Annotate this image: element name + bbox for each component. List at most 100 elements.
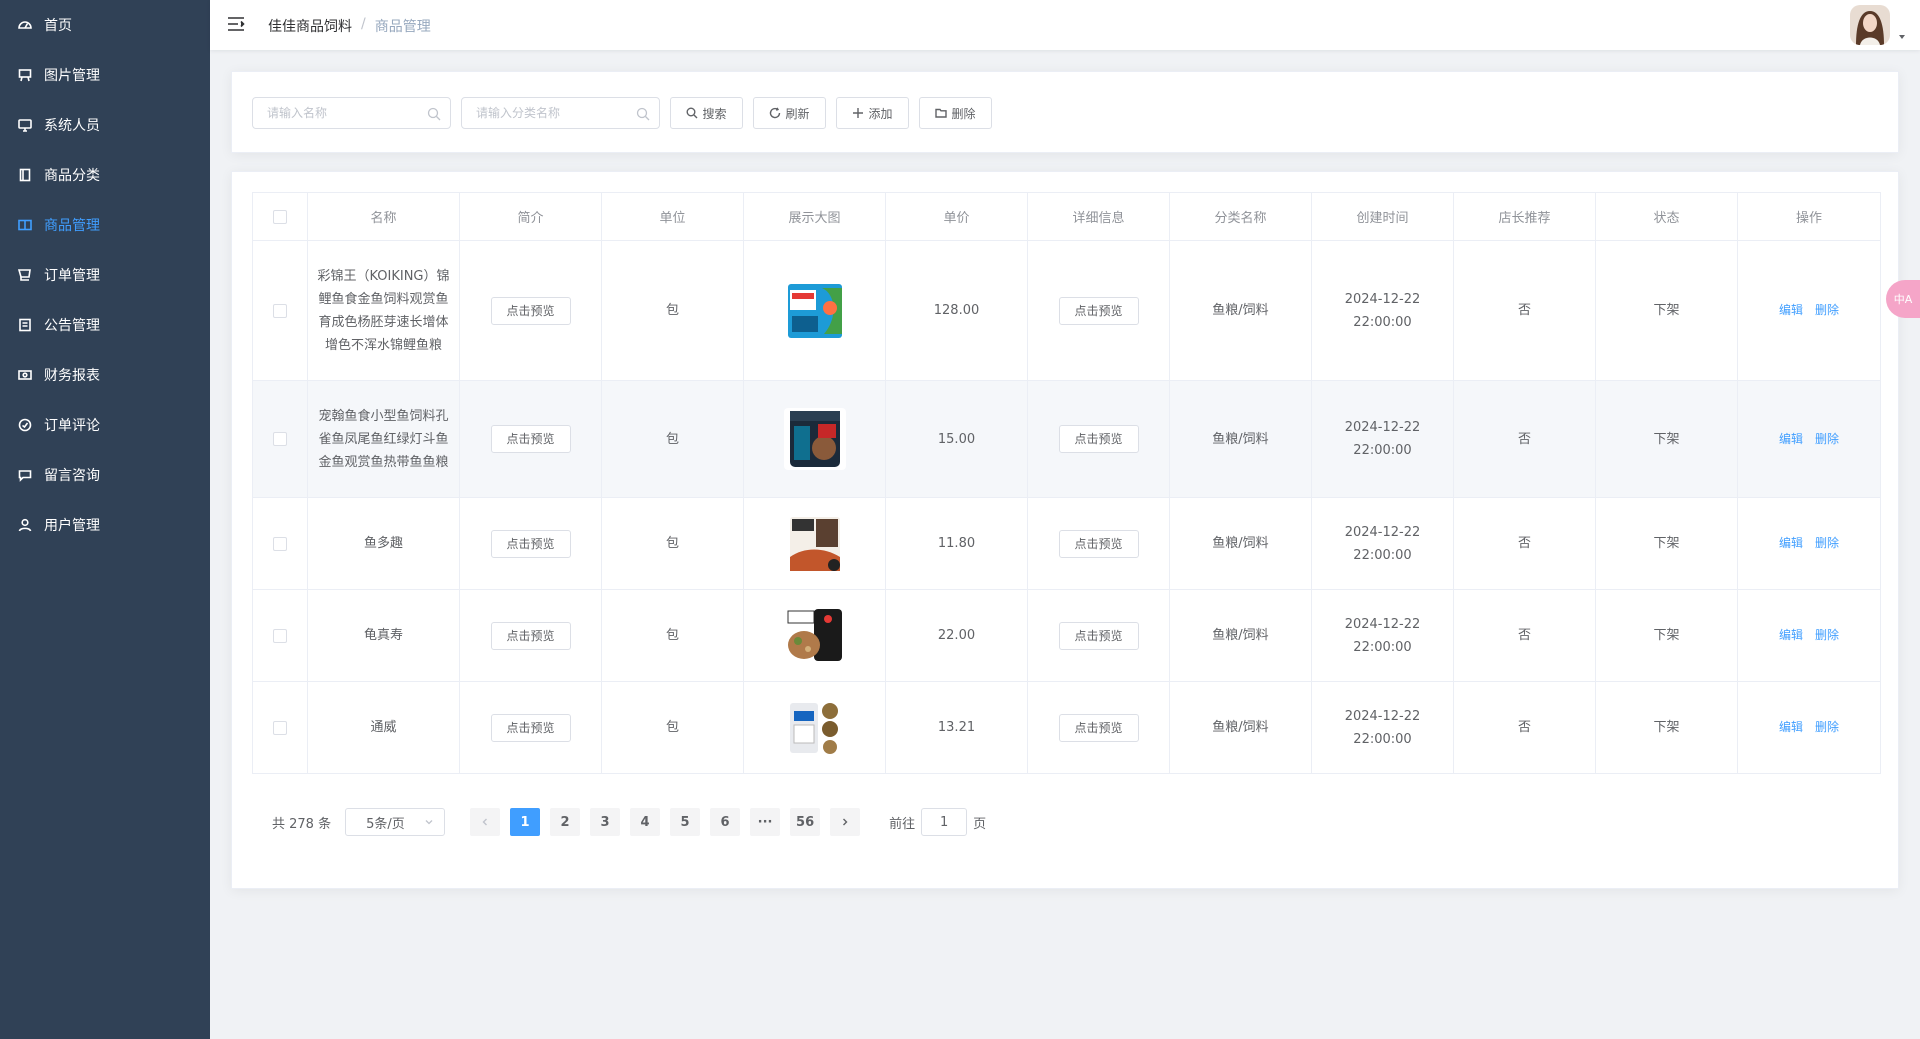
add-button[interactable]: 添加: [836, 97, 909, 129]
product-category: 鱼粮/饲料: [1169, 681, 1312, 774]
column-header: 操作: [1737, 192, 1881, 241]
page-button[interactable]: 56: [790, 808, 821, 836]
sidebar-item-reviews[interactable]: 订单评论: [0, 400, 210, 450]
product-price: 15.00: [885, 380, 1028, 498]
prev-page-button[interactable]: [470, 808, 501, 836]
product-price: 22.00: [885, 589, 1028, 682]
edit-link[interactable]: 编辑: [1779, 720, 1803, 734]
delete-button[interactable]: 删除: [919, 97, 992, 129]
goto-label: 前往: [889, 816, 916, 832]
sidebar-item-label: 财务报表: [44, 368, 100, 384]
product-unit: 包: [601, 589, 744, 682]
product-thumbnail[interactable]: [783, 279, 846, 342]
breadcrumb: 佳佳商品饲料 / 商品管理: [268, 16, 431, 36]
row-checkbox[interactable]: [273, 720, 287, 735]
translate-float-button[interactable]: 中A: [1886, 280, 1920, 318]
product-created-time: 2024-12-22 22:00:00: [1311, 240, 1454, 381]
product-thumbnail[interactable]: [783, 408, 846, 470]
edit-link[interactable]: 编辑: [1779, 303, 1803, 317]
sidebar-item-label: 图片管理: [44, 68, 100, 84]
document-icon: [18, 168, 32, 182]
select-all-checkbox[interactable]: [273, 209, 287, 224]
sidebar-item-notices[interactable]: 公告管理: [0, 300, 210, 350]
intro-preview-button[interactable]: 点击预览: [490, 296, 571, 325]
plus-icon: [853, 108, 864, 118]
sidebar-item-label: 商品分类: [44, 168, 100, 184]
page-ellipsis[interactable]: ···: [750, 808, 781, 836]
row-checkbox[interactable]: [273, 628, 287, 643]
row-checkbox[interactable]: [273, 432, 287, 446]
edit-link[interactable]: 编辑: [1779, 432, 1803, 446]
sidebar-item-orders[interactable]: 订单管理: [0, 250, 210, 300]
goto-page-input[interactable]: [921, 808, 968, 836]
page-button[interactable]: 5: [670, 808, 701, 836]
avatar[interactable]: [1850, 5, 1890, 45]
sidebar-item-label: 公告管理: [44, 318, 100, 334]
product-recommend: 否: [1453, 497, 1596, 590]
detail-preview-button[interactable]: 点击预览: [1058, 621, 1139, 650]
column-header: 单价: [885, 192, 1028, 241]
detail-preview-button[interactable]: 点击预览: [1058, 296, 1139, 325]
search-button[interactable]: 搜索: [670, 97, 743, 129]
intro-preview-button[interactable]: 点击预览: [490, 621, 571, 650]
sidebar-item-home[interactable]: 首页: [0, 0, 210, 50]
delete-button-label: 删除: [951, 106, 976, 121]
detail-preview-button[interactable]: 点击预览: [1058, 425, 1139, 453]
row-checkbox[interactable]: [273, 303, 287, 318]
table-panel: 名称 简介 单位 展示大图 单价 详细信息 分类名称 创建时间 店长推荐 状态 …: [231, 171, 1899, 889]
sidebar-item-staff[interactable]: 系统人员: [0, 100, 210, 150]
delete-link[interactable]: 删除: [1815, 536, 1839, 550]
caret-down-icon[interactable]: [1896, 28, 1908, 40]
product-thumbnail[interactable]: [783, 696, 846, 759]
detail-preview-button[interactable]: 点击预览: [1058, 529, 1139, 558]
breadcrumb-home[interactable]: 佳佳商品饲料: [268, 16, 352, 36]
page-button[interactable]: 4: [630, 808, 661, 836]
sidebar-item-label: 商品管理: [44, 218, 100, 234]
page-button[interactable]: 1: [510, 808, 541, 836]
intro-preview-button[interactable]: 点击预览: [490, 713, 571, 742]
edit-link[interactable]: 编辑: [1779, 628, 1803, 642]
page-button[interactable]: 6: [710, 808, 741, 836]
pagination-total: 共 278 条: [272, 816, 332, 832]
product-recommend: 否: [1453, 380, 1596, 498]
product-name: 龟真寿: [307, 589, 460, 682]
page-button[interactable]: 2: [550, 808, 581, 836]
name-search-field: [252, 97, 451, 129]
product-category: 鱼粮/饲料: [1169, 380, 1312, 498]
intro-preview-button[interactable]: 点击预览: [490, 425, 571, 453]
sidebar-item-pictures[interactable]: 图片管理: [0, 50, 210, 100]
tabs-icon: [18, 218, 32, 232]
page-button[interactable]: 3: [590, 808, 621, 836]
edit-link[interactable]: 编辑: [1779, 536, 1803, 550]
sidebar-item-label: 订单评论: [44, 418, 100, 434]
page-size-select[interactable]: 5条/页: [345, 808, 446, 836]
intro-preview-button[interactable]: 点击预览: [490, 529, 571, 558]
top-navbar: 佳佳商品饲料 / 商品管理: [210, 0, 1920, 50]
sidebar-item-categories[interactable]: 商品分类: [0, 150, 210, 200]
product-table: 名称 简介 单位 展示大图 单价 详细信息 分类名称 创建时间 店长推荐 状态 …: [252, 192, 1881, 774]
user-icon: [18, 518, 32, 532]
product-created-time: 2024-12-22 22:00:00: [1311, 681, 1454, 774]
sidebar-item-finance[interactable]: 财务报表: [0, 350, 210, 400]
name-search-input[interactable]: [253, 98, 413, 128]
refresh-button[interactable]: 刷新: [753, 97, 826, 129]
delete-link[interactable]: 删除: [1815, 303, 1839, 317]
sidebar-item-messages[interactable]: 留言咨询: [0, 450, 210, 500]
next-page-button[interactable]: [830, 808, 861, 836]
delete-link[interactable]: 删除: [1815, 720, 1839, 734]
delete-link[interactable]: 删除: [1815, 432, 1839, 446]
product-name: 鱼多趣: [307, 497, 460, 590]
product-thumbnail[interactable]: [783, 512, 846, 575]
sidebar-item-products[interactable]: 商品管理: [0, 200, 210, 250]
category-search-input[interactable]: [462, 98, 622, 128]
product-thumbnail[interactable]: [783, 604, 846, 667]
product-recommend: 否: [1453, 240, 1596, 381]
delete-link[interactable]: 删除: [1815, 628, 1839, 642]
row-checkbox[interactable]: [273, 536, 287, 551]
sidebar-item-users[interactable]: 用户管理: [0, 500, 210, 550]
product-status: 下架: [1595, 497, 1738, 590]
hamburger-icon[interactable]: [227, 15, 245, 33]
table-row: 鱼多趣 点击预览 包 11.80 点击预览 鱼粮/饲料 2024-12-22 2…: [252, 497, 1881, 590]
detail-preview-button[interactable]: 点击预览: [1058, 713, 1139, 742]
product-created-time: 2024-12-22 22:00:00: [1311, 380, 1454, 498]
